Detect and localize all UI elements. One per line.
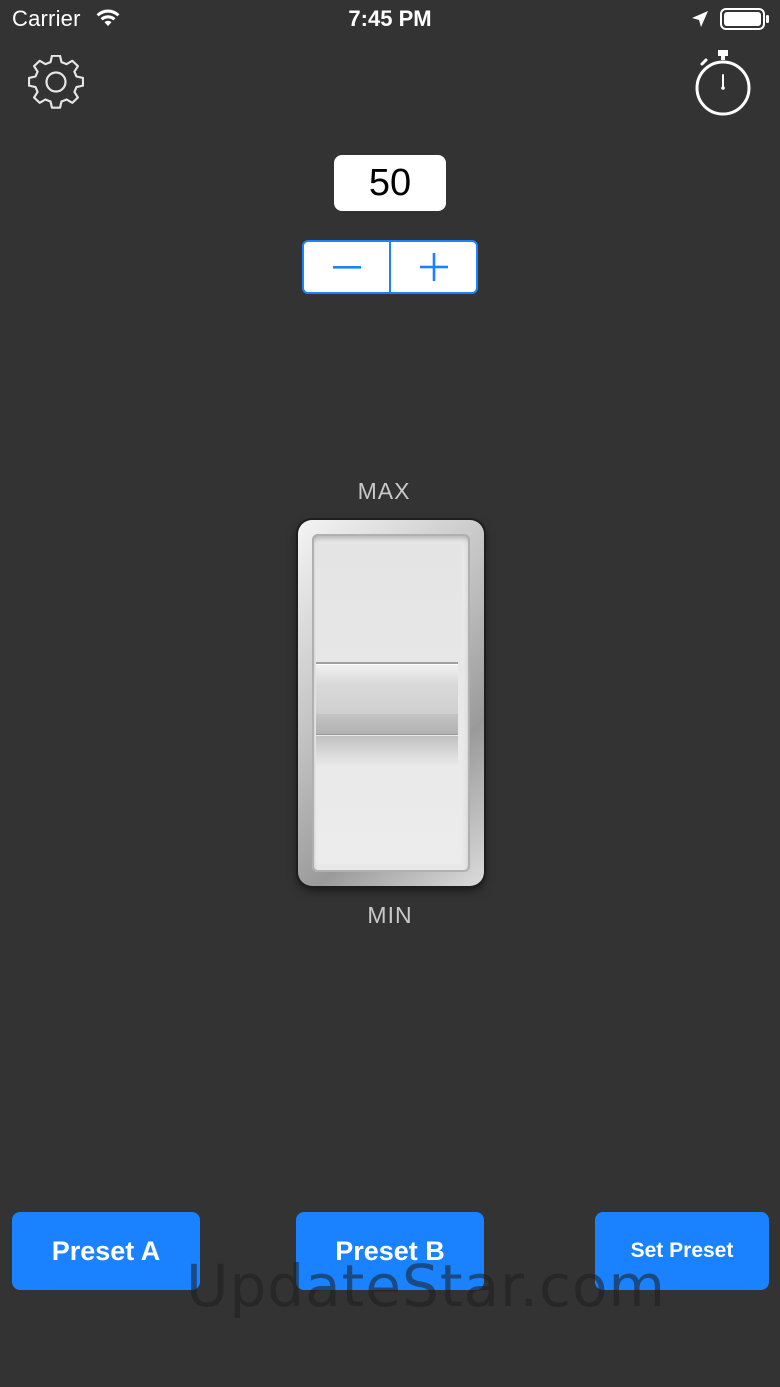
battery-icon [720, 8, 769, 30]
level-stepper[interactable] [302, 240, 478, 294]
switch-handle[interactable] [316, 662, 458, 766]
handle-edge [316, 714, 458, 735]
level-value-display: 50 [334, 155, 446, 211]
dimmer-switch[interactable] [298, 520, 484, 886]
set-preset-button[interactable]: Set Preset [595, 1212, 769, 1290]
status-time: 7:45 PM [348, 6, 432, 31]
location-arrow-icon [692, 11, 708, 27]
switch-min-label: MIN [367, 902, 413, 928]
minus-icon [332, 266, 361, 269]
gear-icon[interactable] [28, 55, 84, 111]
increment-button[interactable] [391, 242, 476, 292]
handle-face [316, 662, 458, 714]
switch-max-label: MAX [357, 478, 411, 504]
plus-icon [419, 253, 448, 281]
preset-a-button[interactable]: Preset A [12, 1212, 200, 1290]
handle-shadow [316, 736, 458, 766]
stopwatch-icon[interactable] [694, 48, 752, 118]
preset-b-button[interactable]: Preset B [296, 1212, 484, 1290]
decrement-button[interactable] [304, 242, 389, 292]
